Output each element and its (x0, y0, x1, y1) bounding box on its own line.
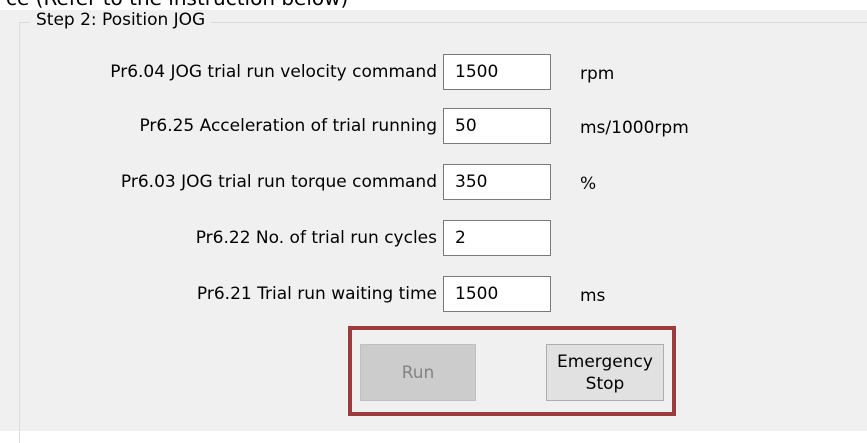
groupbox-title: Step 2: Position JOG (30, 10, 212, 30)
param-unit-velocity: rpm (580, 64, 615, 84)
param-unit-waiting-time: ms (580, 286, 606, 306)
param-row-waiting-time: Pr6.21 Trial run waiting time ms (0, 276, 867, 316)
param-input-cycles[interactable] (443, 220, 551, 256)
param-input-acceleration[interactable] (443, 108, 551, 144)
param-label-torque: Pr6.03 JOG trial run torque command (120, 172, 437, 192)
param-label-velocity: Pr6.04 JOG trial run velocity command (110, 62, 437, 82)
param-input-waiting-time[interactable] (443, 276, 551, 312)
cut-off-header-text: ce (Refer to the instruction below) (6, 0, 348, 10)
param-row-cycles: Pr6.22 No. of trial run cycles (0, 220, 867, 260)
run-button[interactable]: Run (360, 344, 476, 401)
emergency-stop-label-line1: Emergency (557, 351, 653, 372)
param-label-acceleration: Pr6.25 Acceleration of trial running (139, 116, 437, 136)
param-unit-torque: % (580, 174, 597, 194)
param-row-velocity: Pr6.04 JOG trial run velocity command rp… (0, 54, 867, 94)
param-unit-acceleration: ms/1000rpm (580, 118, 689, 138)
param-input-velocity[interactable] (443, 54, 551, 90)
emergency-stop-button[interactable]: Emergency Stop (546, 344, 664, 401)
param-row-torque: Pr6.03 JOG trial run torque command % (0, 164, 867, 204)
param-input-torque[interactable] (443, 164, 551, 200)
param-label-cycles: Pr6.22 No. of trial run cycles (195, 228, 437, 248)
cut-off-header: ce (Refer to the instruction below) (0, 0, 867, 10)
param-row-acceleration: Pr6.25 Acceleration of trial running ms/… (0, 108, 867, 148)
emergency-stop-label-line2: Stop (585, 373, 625, 394)
param-label-waiting-time: Pr6.21 Trial run waiting time (196, 284, 437, 304)
